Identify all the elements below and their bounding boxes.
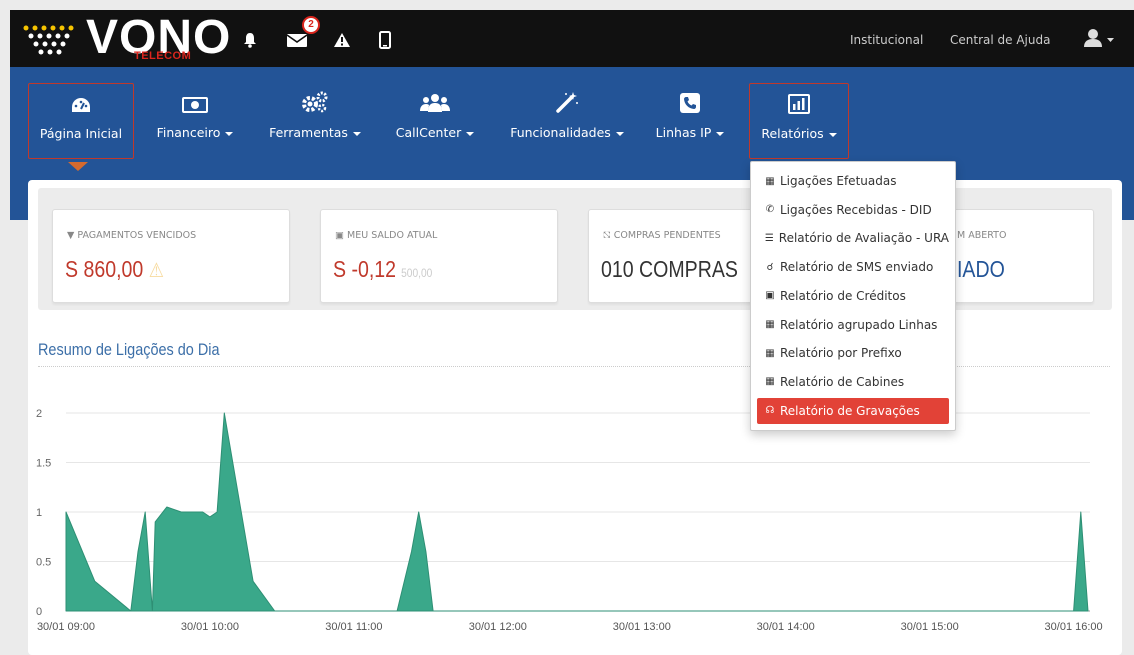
magic-wand-icon — [502, 83, 632, 117]
x-tick-label: 30/01 09:00 — [37, 621, 95, 633]
chevron-down-icon — [615, 131, 624, 136]
phone-icon — [650, 83, 730, 117]
y-tick-label: 2 — [36, 408, 42, 420]
chevron-down-icon — [466, 131, 475, 136]
logo-subtext: TELECOM — [134, 50, 192, 62]
x-tick-label: 30/01 15:00 — [901, 621, 959, 633]
y-tick-label: 1 — [36, 507, 42, 519]
money-icon: ▣ — [765, 290, 775, 302]
nav-financeiro[interactable]: Financeiro — [150, 83, 240, 159]
chevron-down-icon — [716, 131, 725, 136]
dropdown-item[interactable]: ▦ Relatório de Cabines — [757, 369, 949, 395]
active-nav-pointer — [68, 162, 88, 171]
nav-label: CallCenter — [395, 125, 462, 140]
dashboard-icon — [29, 84, 133, 118]
nav-label: Relatórios — [761, 126, 824, 141]
money-icon: ▣ — [335, 230, 344, 241]
section-title: Resumo de Ligações do Dia — [38, 340, 220, 359]
stat-value: S -0,12 — [333, 256, 397, 282]
list-icon: ☰ — [764, 232, 774, 244]
user-menu[interactable] — [1084, 27, 1116, 51]
stat-extra: 500,00 — [401, 266, 433, 280]
dropdown-item[interactable]: ☊ Relatório de Gravações — [757, 397, 949, 424]
x-tick-label: 30/01 14:00 — [757, 621, 815, 633]
nav-linhas-ip[interactable]: Linhas IP — [650, 83, 730, 159]
y-tick-label: 1.5 — [36, 458, 51, 470]
dropdown-item[interactable]: ▦ Relatório por Prefixo — [757, 340, 949, 366]
warning-icon: ⚠ — [148, 260, 164, 282]
bar-chart-icon: ▦ — [765, 347, 775, 359]
stat-title: MEU SALDO ATUAL — [347, 230, 438, 241]
dropdown-item-label: Relatório de Gravações — [780, 403, 920, 418]
dropdown-item-label: Ligações Efetuadas — [780, 174, 897, 188]
nav-label: Página Inicial — [39, 126, 123, 141]
nav-callcenter[interactable]: CallCenter — [390, 83, 480, 159]
stat-title: COMPRAS PENDENTES — [613, 230, 721, 241]
nav-relatorios[interactable]: Relatórios — [749, 83, 849, 159]
x-tick-label: 30/01 10:00 — [181, 621, 239, 633]
x-tick-label: 30/01 13:00 — [613, 621, 671, 633]
dropdown-item-label: Relatório por Prefixo — [780, 346, 902, 361]
thumbs-down-icon: ▼ — [67, 230, 75, 241]
headphones-icon: ☊ — [765, 405, 775, 417]
x-tick-label: 30/01 12:00 — [469, 621, 527, 633]
users-icon — [390, 83, 480, 117]
x-tick-label: 30/01 16:00 — [1045, 621, 1103, 633]
phone-icon: ✆ — [765, 204, 775, 216]
chevron-down-icon — [225, 131, 234, 136]
top-bar: VONO TELECOM 2 Institucional Central de … — [10, 10, 1134, 67]
vono-logo[interactable]: VONO TELECOM — [22, 11, 237, 64]
chevron-down-icon — [352, 131, 361, 136]
nav-pagina-inicial[interactable]: Página Inicial — [28, 83, 134, 159]
dropdown-item[interactable]: ☰ Relatório de Avaliação - URA — [757, 225, 949, 251]
stat-pagamentos-vencidos[interactable]: ▼ PAGAMENTOS VENCIDOS S 860,00 ⚠ — [52, 209, 290, 303]
nav-label: Financeiro — [156, 125, 221, 140]
dropdown-item[interactable]: ▣ Relatório de Créditos — [757, 283, 949, 309]
nav-label: Funcionalidades — [510, 125, 611, 140]
bar-chart-icon: ▦ — [765, 319, 775, 330]
dropdown-item-label: Relatório de Cabines — [780, 374, 905, 389]
y-tick-label: 0.5 — [36, 557, 51, 569]
dropdown-item-label: Relatório de Avaliação - URA — [778, 231, 949, 246]
central-ajuda-link[interactable]: Central de Ajuda — [950, 33, 1050, 47]
warning-icon[interactable] — [332, 30, 352, 50]
nav-funcionalidades[interactable]: Funcionalidades — [502, 83, 632, 159]
dropdown-item[interactable]: ▦ Relatório agrupado Linhas — [757, 312, 949, 338]
cart-icon: ⛞ — [603, 230, 611, 241]
messages-badge: 2 — [302, 16, 320, 34]
chevron-down-icon — [828, 132, 837, 137]
stat-value: S 860,00 — [65, 256, 144, 282]
dropdown-item[interactable]: ▦ Ligações Efetuadas — [757, 168, 949, 194]
envelope-icon[interactable] — [285, 30, 309, 50]
x-tick-label: 30/01 11:00 — [325, 621, 382, 633]
dropdown-item-label: Relatório de SMS enviado — [780, 260, 934, 275]
stat-value: 010 COMPRAS — [601, 256, 738, 282]
dropdown-item-label: Relatório agrupado Linhas — [780, 317, 938, 332]
dropdown-item-label: Relatório de Créditos — [780, 288, 906, 303]
dropdown-item[interactable]: ✆ Ligações Recebidas - DID — [757, 197, 949, 223]
comment-icon: ☌ — [766, 261, 774, 273]
stat-saldo-atual[interactable]: ▣ MEU SALDO ATUAL S -0,12 500,00 — [320, 209, 558, 303]
institucional-link[interactable]: Institucional — [850, 33, 923, 47]
y-tick-label: 0 — [36, 606, 42, 618]
bar-chart-icon: ▦ — [765, 175, 775, 187]
bell-icon[interactable] — [240, 30, 260, 50]
cogs-icon — [265, 83, 365, 117]
bar-chart-icon — [750, 84, 848, 118]
logo-dots-icon — [23, 25, 74, 55]
nav-label: Ferramentas — [269, 125, 348, 140]
stat-value: IADO — [957, 256, 1005, 282]
user-icon — [1084, 29, 1114, 47]
dropdown-item-label: Ligações Recebidas - DID — [780, 202, 932, 217]
money-icon — [150, 83, 240, 117]
nav-label: Linhas IP — [655, 125, 712, 140]
mobile-icon[interactable] — [375, 30, 395, 50]
relatorios-dropdown: ▦ Ligações Efetuadas ✆ Ligações Recebidas -… — [750, 161, 956, 431]
table-icon: ▦ — [765, 376, 775, 388]
dropdown-item[interactable]: ☌ Relatório de SMS enviado — [757, 254, 949, 280]
nav-ferramentas[interactable]: Ferramentas — [265, 83, 365, 159]
stat-title: PAGAMENTOS VENCIDOS — [77, 230, 197, 241]
stat-title: M ABERTO — [957, 230, 1007, 241]
